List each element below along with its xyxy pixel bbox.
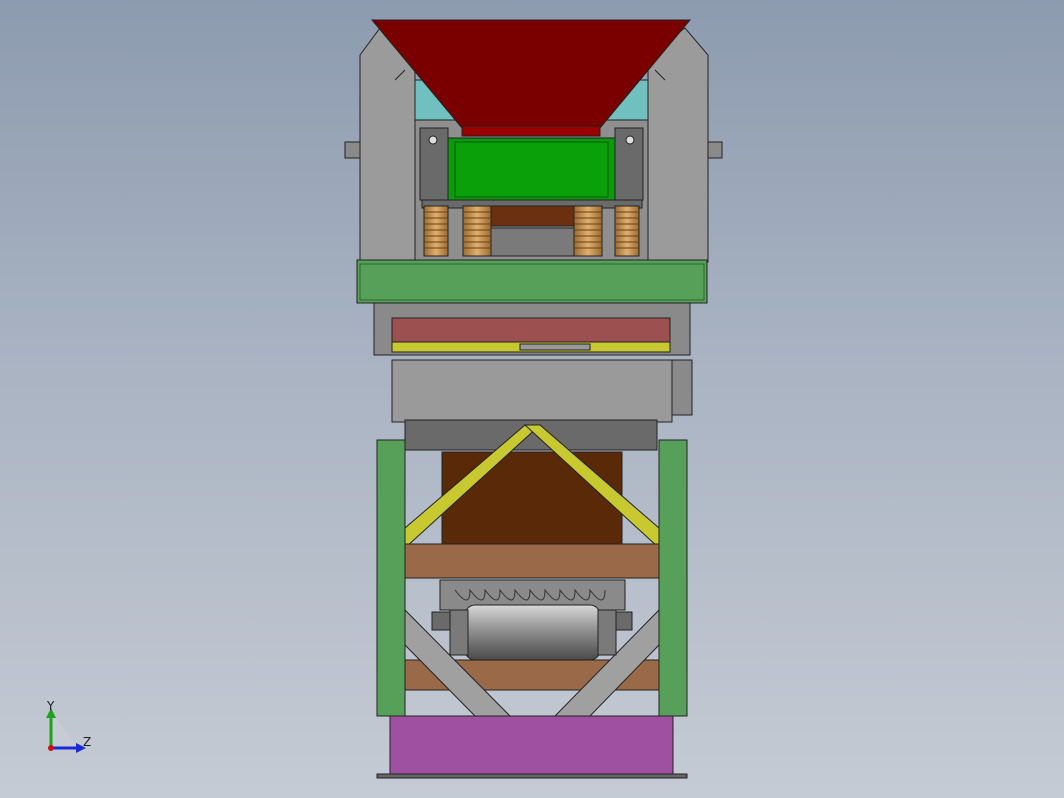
brown-chute — [441, 451, 623, 545]
right-column — [658, 439, 688, 717]
roller-assembly — [431, 579, 633, 661]
cad-viewport[interactable]: Y Z — [0, 0, 1064, 798]
gray-housing — [391, 359, 673, 423]
machine-model — [344, 19, 723, 779]
z-axis-label: Z — [83, 735, 91, 749]
vibrating-tray — [373, 302, 691, 356]
y-axis-label: Y — [46, 699, 55, 713]
roller — [464, 604, 601, 661]
green-base-frame — [356, 259, 708, 304]
upper-beam — [404, 543, 660, 579]
origin-dot — [48, 745, 54, 751]
base-block — [389, 715, 674, 777]
axis-triad[interactable]: Y Z — [46, 699, 91, 753]
hopper-outlet — [461, 125, 601, 137]
tray-red — [391, 317, 671, 343]
triad-shade — [52, 712, 78, 748]
left-column — [376, 439, 406, 717]
